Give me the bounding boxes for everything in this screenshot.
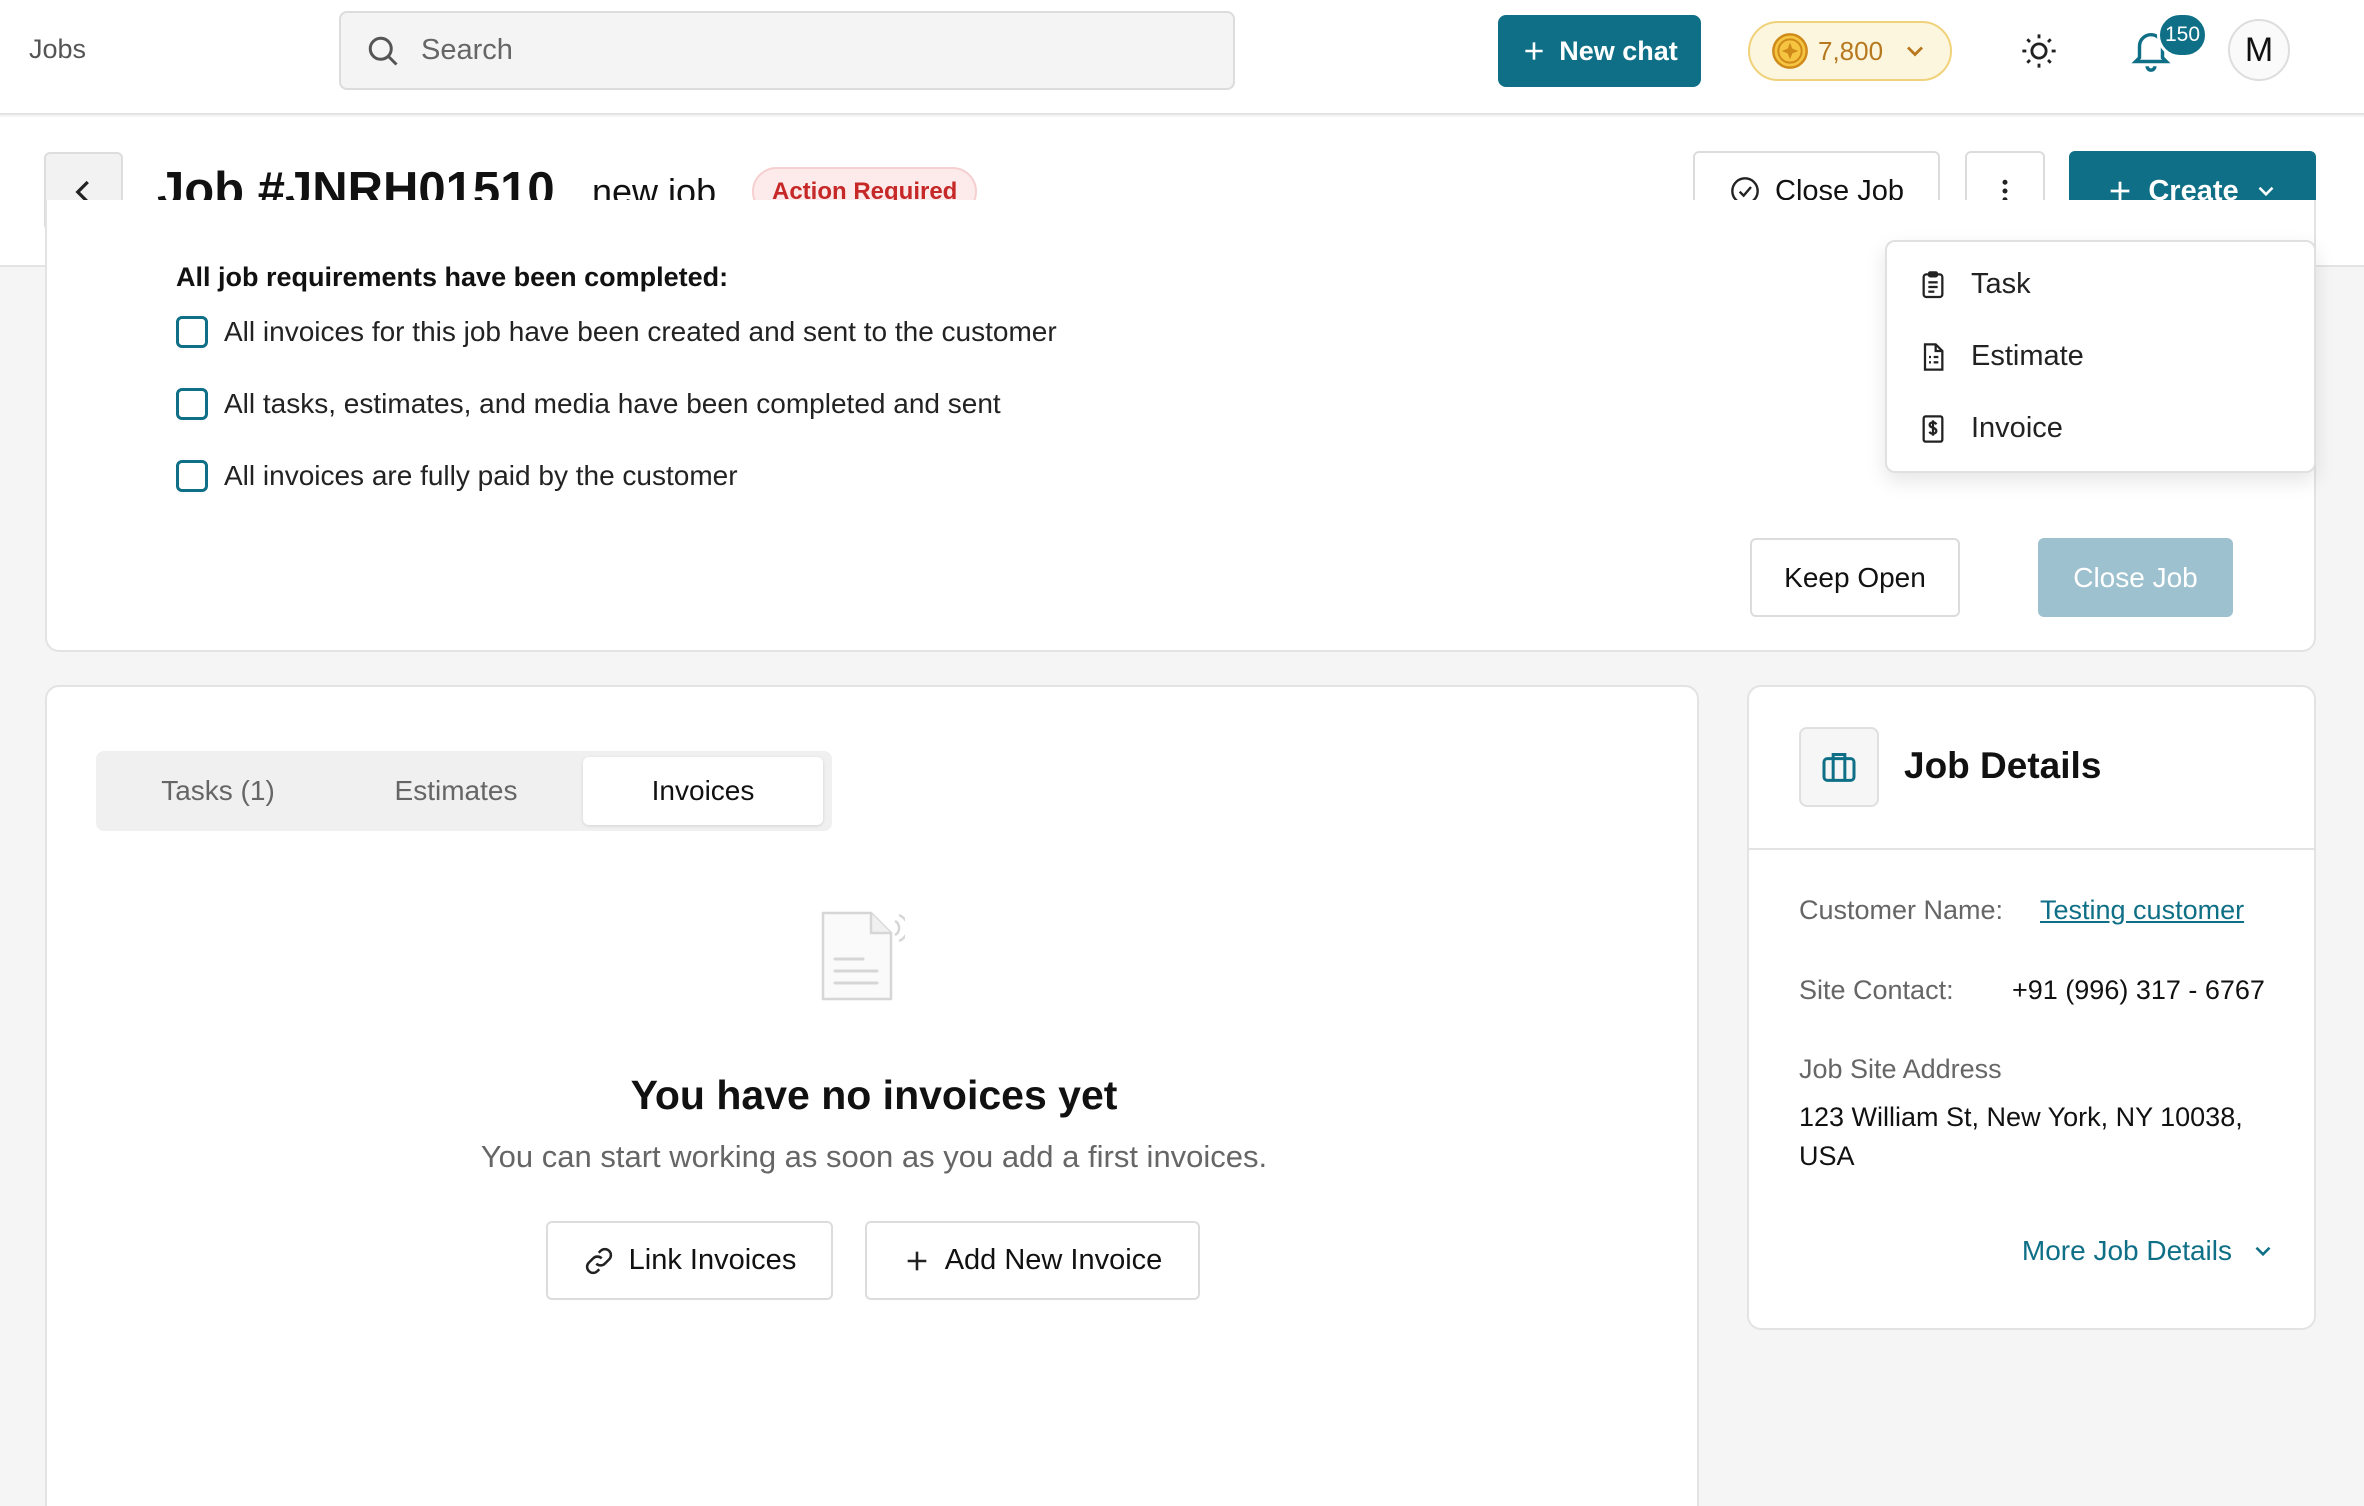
plus-icon <box>907 1251 927 1270</box>
customer-name-label: Customer Name: <box>1799 895 2004 925</box>
search-icon <box>368 36 398 66</box>
requirement-checkbox[interactable] <box>176 388 208 420</box>
add-new-invoice-label: Add New Invoice <box>944 1244 1163 1276</box>
requirement-label: All invoices are fully paid by the custo… <box>224 460 738 491</box>
breadcrumb-jobs[interactable]: Jobs <box>29 34 86 65</box>
keep-open-button[interactable]: Keep Open <box>1750 538 1960 617</box>
requirement-checkbox[interactable] <box>176 316 208 348</box>
requirement-label: All tasks, estimates, and media have bee… <box>224 388 1001 419</box>
briefcase-icon-box <box>1799 727 1879 807</box>
menu-item-task[interactable]: Task <box>1917 268 2031 301</box>
tab-invoices[interactable]: Invoices <box>583 757 823 825</box>
empty-state-title: You have no invoices yet <box>630 1072 1118 1118</box>
confirm-close-job-button[interactable]: Close Job <box>2038 538 2233 617</box>
site-contact-label: Site Contact: <box>1799 975 1954 1005</box>
new-chat-button[interactable]: New chat <box>1498 15 1701 87</box>
empty-state-subtitle: You can start working as soon as you add… <box>480 1139 1268 1174</box>
invoice-icon <box>1922 414 1944 443</box>
link-icon <box>585 1247 612 1274</box>
job-site-address-line2: USA <box>1799 1141 1855 1171</box>
menu-item-estimate[interactable]: Estimate <box>1917 340 2084 373</box>
tab-bar: Tasks (1) Estimates Invoices <box>96 751 832 831</box>
tab-estimates[interactable]: Estimates <box>340 757 572 825</box>
more-job-details-toggle[interactable]: More Job Details <box>1996 1235 2276 1267</box>
search-box[interactable] <box>339 11 1235 90</box>
divider <box>1749 848 2314 850</box>
tab-tasks[interactable]: Tasks (1) <box>102 757 334 825</box>
site-contact-value: +91 (996) 317 - 6767 <box>2012 975 2265 1005</box>
menu-item-label: Estimate <box>1971 340 2084 372</box>
job-details-card: Job Details Customer Name: Testing custo… <box>1747 685 2316 1330</box>
clipboard-icon <box>1922 270 1944 298</box>
new-chat-label: New chat <box>1559 35 1678 66</box>
create-menu: Task Estimate Invoice <box>1885 240 2316 473</box>
credits-value: 7,800 <box>1818 35 1884 66</box>
avatar[interactable]: M <box>2228 19 2290 81</box>
chevron-down-icon <box>1907 46 1924 57</box>
requirement-item[interactable]: All invoices for this job have been crea… <box>176 316 1057 348</box>
menu-item-label: Task <box>1971 268 2031 300</box>
plus-icon <box>1525 42 1543 60</box>
job-items-panel: Tasks (1) Estimates Invoices You have no… <box>45 685 1699 1506</box>
briefcase-icon <box>1822 753 1856 782</box>
requirement-item[interactable]: All invoices are fully paid by the custo… <box>176 460 738 492</box>
menu-item-invoice[interactable]: Invoice <box>1917 412 2063 445</box>
job-site-address-line1: 123 William St, New York, NY 10038, <box>1799 1102 2243 1132</box>
theme-toggle-sun-icon[interactable] <box>2020 32 2058 70</box>
more-job-details-label: More Job Details <box>2021 1235 2232 1266</box>
notification-badge: 150 <box>2157 12 2208 58</box>
requirement-item[interactable]: All tasks, estimates, and media have bee… <box>176 388 1001 420</box>
search-input[interactable] <box>421 34 1181 67</box>
requirement-checkbox[interactable] <box>176 460 208 492</box>
coin-icon <box>1772 33 1808 69</box>
requirements-title: All job requirements have been completed… <box>176 262 729 292</box>
document-icon <box>1923 342 1944 371</box>
top-bar: Jobs New chat 7,800 150 M <box>0 0 2364 115</box>
empty-document-icon <box>821 911 905 1001</box>
link-invoices-label: Link Invoices <box>628 1244 797 1276</box>
credits-dropdown[interactable]: 7,800 <box>1748 21 1952 81</box>
link-invoices-button[interactable]: Link Invoices <box>546 1221 833 1300</box>
requirement-label: All invoices for this job have been crea… <box>224 316 1057 347</box>
chevron-down-icon <box>2255 1246 2271 1257</box>
add-new-invoice-button[interactable]: Add New Invoice <box>865 1221 1200 1300</box>
customer-name-link[interactable]: Testing customer <box>2040 895 2244 926</box>
job-site-address-label: Job Site Address <box>1799 1054 2002 1084</box>
menu-item-label: Invoice <box>1971 412 2063 444</box>
job-details-title: Job Details <box>1904 745 2102 786</box>
